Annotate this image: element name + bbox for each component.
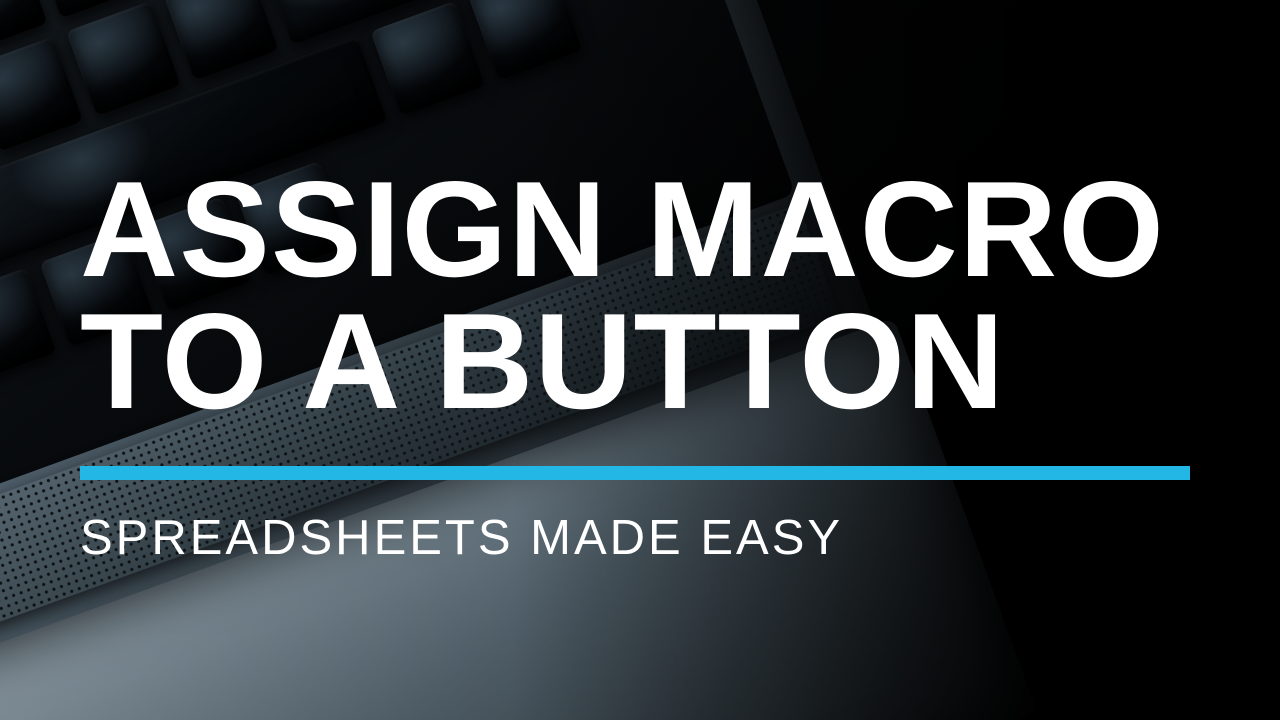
main-title: ASSIGN MACRO TO A BUTTON [80,164,1200,428]
title-line-2: TO A BUTTON [80,285,1005,437]
title-line-1: ASSIGN MACRO [80,153,1165,305]
subtitle: SPREADSHEETS MADE EASY [80,510,1200,566]
text-overlay: ASSIGN MACRO TO A BUTTON SPREADSHEETS MA… [0,0,1280,720]
accent-divider [80,466,1190,480]
